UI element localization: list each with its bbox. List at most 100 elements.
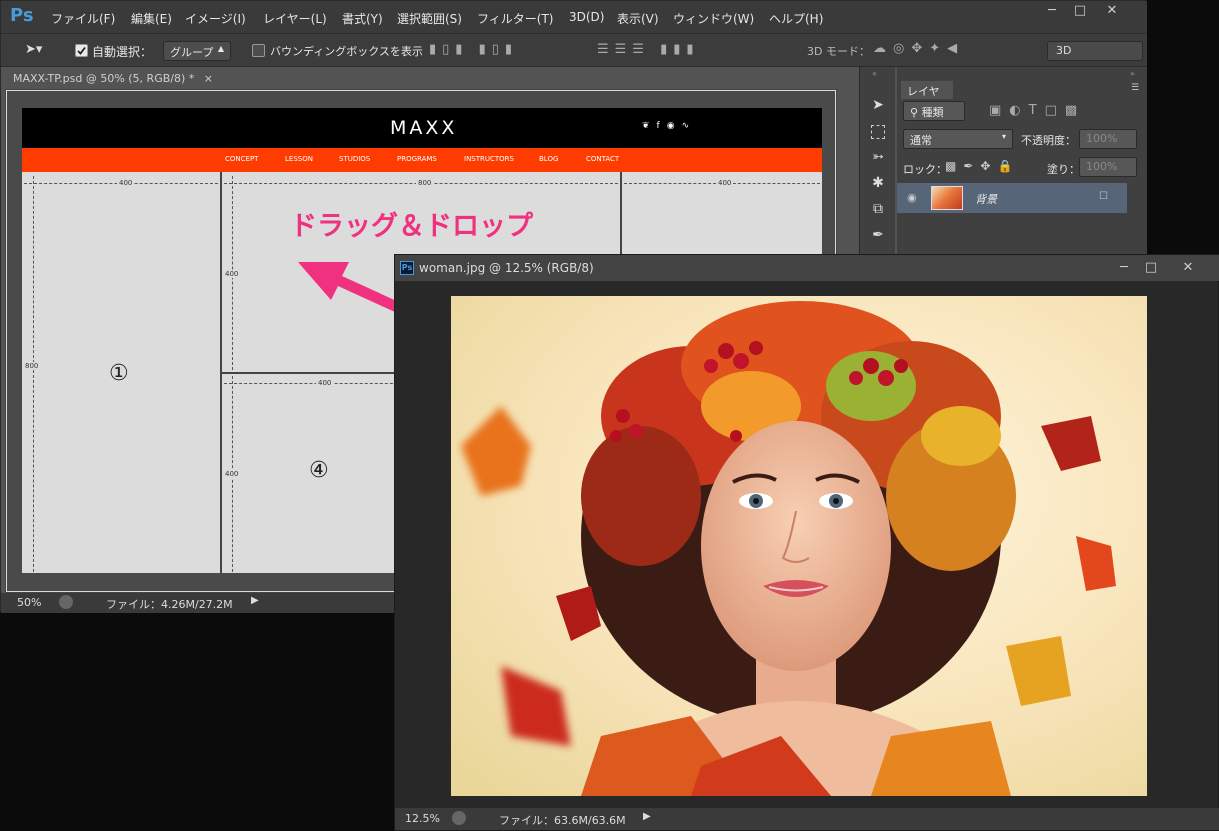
menu-select[interactable]: 選択範囲(S) [397,10,462,27]
dim-line [33,176,34,572]
close-tab-icon[interactable]: × [204,72,213,85]
fill-label: 塗り： [1047,163,1080,176]
blend-mode-value: 通常 [910,134,932,147]
menu-bar: Ps ファイル(F) 編集(E) イメージ(I) レイヤー(L) 書式(Y) 選… [1,1,1147,33]
status-menu-arrow-icon[interactable]: ▶ [251,595,259,606]
chevron-down-icon: ▾ [1001,132,1006,141]
layer-thumbnail [931,186,963,210]
dim-label: 400 [225,470,239,478]
opacity-label: 不透明度： [1021,134,1076,147]
maximize-icon[interactable]: □ [1067,1,1093,21]
layers-tab[interactable]: レイヤー [901,81,953,114]
dim-label: 400 [225,270,239,278]
expand-icon[interactable]: » [1130,69,1135,78]
menu-3d[interactable]: 3D(D) [569,10,604,24]
dim-label: 400 [316,379,334,387]
auto-select-dropdown[interactable]: グループ ▲ [163,41,231,61]
file-info: ファイル：4.26M/27.2M [106,598,233,611]
facebook-icon: f [656,121,667,131]
bounding-box-label: バウンディングボックスを表示 [270,45,423,58]
block-4-label: ④ [309,458,329,483]
mockup-logo: MAXX [390,117,458,139]
layer-filter-value: 種類 [921,106,944,119]
menu-help[interactable]: ヘルプ(H) [769,10,823,27]
dim-label: 400 [117,179,135,187]
layer-row[interactable]: ◉ 背景 ☐ [897,183,1127,213]
status-icon[interactable] [452,811,466,825]
blend-mode-dropdown[interactable]: 通常 ▾ [903,129,1013,149]
visibility-eye-icon[interactable]: ◉ [907,191,917,204]
menu-layer[interactable]: レイヤー(L) [263,10,327,27]
move-tool-icon[interactable]: ➤ [868,97,888,117]
image-window[interactable]: Ps woman.jpg @ 12.5% (RGB/8) ─ □ ✕ 12.5%… [394,254,1219,831]
close-icon[interactable]: ✕ [1099,1,1125,21]
3d-mode-icons[interactable]: ☁◎✥✦◀ [873,41,964,56]
menu-view[interactable]: 表示(V) [617,10,659,27]
menu-file[interactable]: ファイル(F) [51,10,115,27]
marquee-tool-icon[interactable] [871,125,885,139]
collapse-icon[interactable]: « [872,69,877,78]
dim-label: 800 [25,362,39,370]
menu-type[interactable]: 書式(Y) [342,10,383,27]
lasso-tool-icon[interactable]: ➳ [868,149,888,169]
nav-concept: CONCEPT [225,155,259,163]
dim-label: 800 [416,179,434,187]
mockup-nav: CONCEPT LESSON STUDIOS PROGRAMS INSTRUCT… [22,148,822,172]
layer-filter-dropdown[interactable]: ⚲ 種類 [903,101,965,121]
eyedropper-icon[interactable]: ✒ [868,227,888,247]
search-icon: ⚲ [910,106,919,119]
image-window-status-bar: 12.5% ファイル：63.6M/63.6M ▶ [395,808,1219,830]
lock-icon: ☐ [1099,191,1108,202]
nav-instructors: INSTRUCTORS [464,155,514,163]
maximize-icon[interactable]: □ [1138,258,1164,278]
auto-select-label: 自動選択： [92,45,153,59]
options-bar: ➤▾ 自動選択： グループ ▲ バウンディングボックスを表示 ▮▯▮ ▮▯▮ ☰… [1,33,1147,67]
minimize-icon[interactable]: ─ [1111,258,1137,278]
auto-select-checkbox[interactable] [75,44,88,57]
chevron-down-icon: ▲ [217,44,224,53]
social-icons: ❦f◉∿ [642,121,696,131]
menu-window[interactable]: ウィンドウ(W) [673,10,754,27]
document-tab[interactable]: MAXX-TP.psd @ 50% (5, RGB/8) * × [7,69,217,89]
lock-icons[interactable]: ▩✒✥🔒 [945,159,1019,173]
align-icons[interactable]: ▮▯▮ ▮▯▮ [429,42,518,57]
image-window-titlebar[interactable]: Ps woman.jpg @ 12.5% (RGB/8) ─ □ ✕ [395,255,1219,281]
magic-wand-icon[interactable]: ✱ [868,175,888,195]
nav-programs: PROGRAMS [397,155,437,163]
layers-panel: » レイヤー ☰ ⚲ 種類 ▣◐T□▩ 通常 ▾ 不透明度： 100% ロック：… [897,67,1147,257]
nav-blog: BLOG [539,155,559,163]
annotation-text: ドラッグ＆ドロップ [290,211,533,242]
dim-label: 400 [716,179,734,187]
instagram-icon: ◉ [666,121,682,131]
minimize-icon[interactable]: ─ [1039,1,1065,21]
distribute-icons[interactable]: ☰☰☰ ▮▮▮ [597,42,700,57]
block-1-label: ① [109,361,129,386]
fill-field[interactable]: 100% [1079,157,1137,177]
menu-filter[interactable]: フィルター(T) [477,10,553,27]
nav-lesson: LESSON [285,155,313,163]
lock-label: ロック： [903,163,947,176]
image-file-info: ファイル：63.6M/63.6M [499,814,626,827]
image-zoom-level[interactable]: 12.5% [405,812,440,825]
auto-select-value: グループ [170,46,214,59]
menu-image[interactable]: イメージ(I) [185,10,246,27]
twitter-icon: ❦ [642,121,657,131]
panel-menu-icon[interactable]: ☰ [1131,83,1139,93]
zoom-level[interactable]: 50% [17,596,41,609]
move-tool-icon[interactable]: ➤▾ [25,42,42,57]
opacity-field[interactable]: 100% [1079,129,1137,149]
mode-3d-label: 3D モード： [807,45,870,58]
image-window-title: woman.jpg @ 12.5% (RGB/8) [419,261,594,275]
status-menu-arrow-icon[interactable]: ▶ [643,811,651,822]
workspace-3d-select[interactable]: 3D [1047,41,1143,61]
tool-strip: « ➤ ➳ ✱ ⧉ ✒ [859,67,895,257]
close-icon[interactable]: ✕ [1175,258,1201,278]
mockup-header: MAXX ❦f◉∿ [22,108,822,148]
filter-icons[interactable]: ▣◐T□▩ [989,103,1085,118]
bounding-box-checkbox[interactable] [252,44,265,57]
status-icon[interactable] [59,595,73,609]
photo-woman-autumn[interactable] [451,296,1147,796]
crop-tool-icon[interactable]: ⧉ [868,201,888,221]
layer-name[interactable]: 背景 [975,191,997,207]
menu-edit[interactable]: 編集(E) [131,10,172,27]
